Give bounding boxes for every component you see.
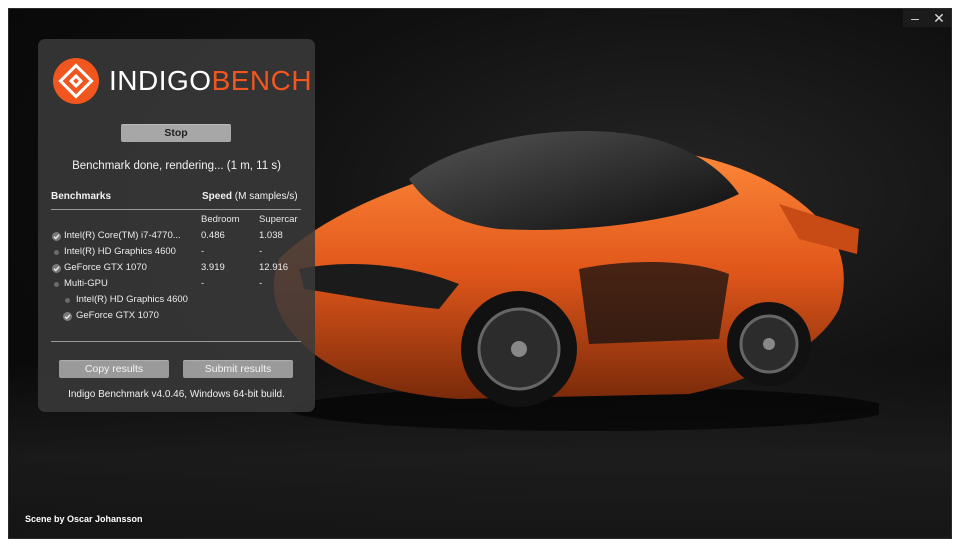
device-name: Intel(R) Core(TM) i7-4770... bbox=[64, 230, 181, 241]
bedroom-score: 0.486 bbox=[201, 230, 225, 241]
benchmark-row[interactable]: Intel(R) Core(TM) i7-4770... 0.486 1.038 bbox=[38, 229, 315, 245]
bedroom-score: - bbox=[201, 246, 205, 257]
benchmark-row[interactable]: GeForce GTX 1070 bbox=[38, 309, 315, 325]
bedroom-score: 3.919 bbox=[201, 262, 225, 273]
minimize-button[interactable]: – bbox=[903, 9, 927, 27]
dot-icon bbox=[54, 250, 59, 255]
results-divider bbox=[51, 341, 301, 342]
bedroom-score: - bbox=[201, 278, 205, 289]
supercar-score: - bbox=[259, 278, 263, 289]
benchmark-panel: INDIGOBENCH Stop Benchmark done, renderi… bbox=[38, 39, 315, 412]
stop-button[interactable]: Stop bbox=[121, 124, 231, 142]
logo-wordmark: INDIGOBENCH bbox=[109, 67, 312, 95]
supercar-image bbox=[273, 131, 879, 431]
check-icon bbox=[52, 264, 61, 273]
window-controls: – ✕ bbox=[903, 9, 951, 27]
supercar-score: 1.038 bbox=[259, 230, 283, 241]
supercar-score: - bbox=[259, 246, 263, 257]
speed-label: Speed bbox=[202, 191, 233, 202]
logo-text-indigo: INDIGO bbox=[109, 65, 212, 96]
submit-results-button[interactable]: Submit results bbox=[183, 360, 293, 378]
speed-header: Speed (M samples/s) bbox=[202, 191, 298, 202]
dot-icon bbox=[54, 282, 59, 287]
status-text: Benchmark done, rendering... (1 m, 11 s) bbox=[72, 160, 281, 172]
column-bedroom: Bedroom bbox=[201, 214, 240, 225]
device-name: GeForce GTX 1070 bbox=[64, 262, 147, 273]
device-name: GeForce GTX 1070 bbox=[76, 310, 159, 321]
header-divider bbox=[51, 209, 301, 210]
device-name: Intel(R) HD Graphics 4600 bbox=[64, 246, 176, 257]
dot-icon bbox=[65, 298, 70, 303]
column-supercar: Supercar bbox=[259, 214, 298, 225]
benchmark-row[interactable]: Intel(R) HD Graphics 4600 - - bbox=[38, 245, 315, 261]
benchmark-row[interactable]: Intel(R) HD Graphics 4600 bbox=[38, 293, 315, 309]
check-icon bbox=[63, 312, 72, 321]
check-icon bbox=[52, 232, 61, 241]
scene-credit: Scene by Oscar Johansson bbox=[25, 514, 143, 524]
copy-results-button[interactable]: Copy results bbox=[59, 360, 169, 378]
indigo-bench-logo: INDIGOBENCH bbox=[52, 57, 312, 105]
close-button[interactable]: ✕ bbox=[927, 9, 951, 27]
benchmarks-header: Benchmarks bbox=[51, 191, 112, 202]
supercar-score: 12.916 bbox=[259, 262, 289, 273]
benchmark-row[interactable]: GeForce GTX 1070 3.919 12.916 bbox=[38, 261, 315, 277]
version-text: Indigo Benchmark v4.0.46, Windows 64-bit… bbox=[68, 389, 285, 400]
device-name: Multi-GPU bbox=[64, 278, 108, 289]
benchmark-row[interactable]: Multi-GPU - - bbox=[38, 277, 315, 293]
app-window: – ✕ Scene by Oscar Johansson INDIGOBENCH… bbox=[9, 9, 951, 538]
device-name: Intel(R) HD Graphics 4600 bbox=[76, 294, 188, 305]
logo-text-bench: BENCH bbox=[211, 65, 313, 96]
indigo-logo-icon bbox=[53, 58, 99, 104]
speed-unit: (M samples/s) bbox=[234, 191, 298, 202]
